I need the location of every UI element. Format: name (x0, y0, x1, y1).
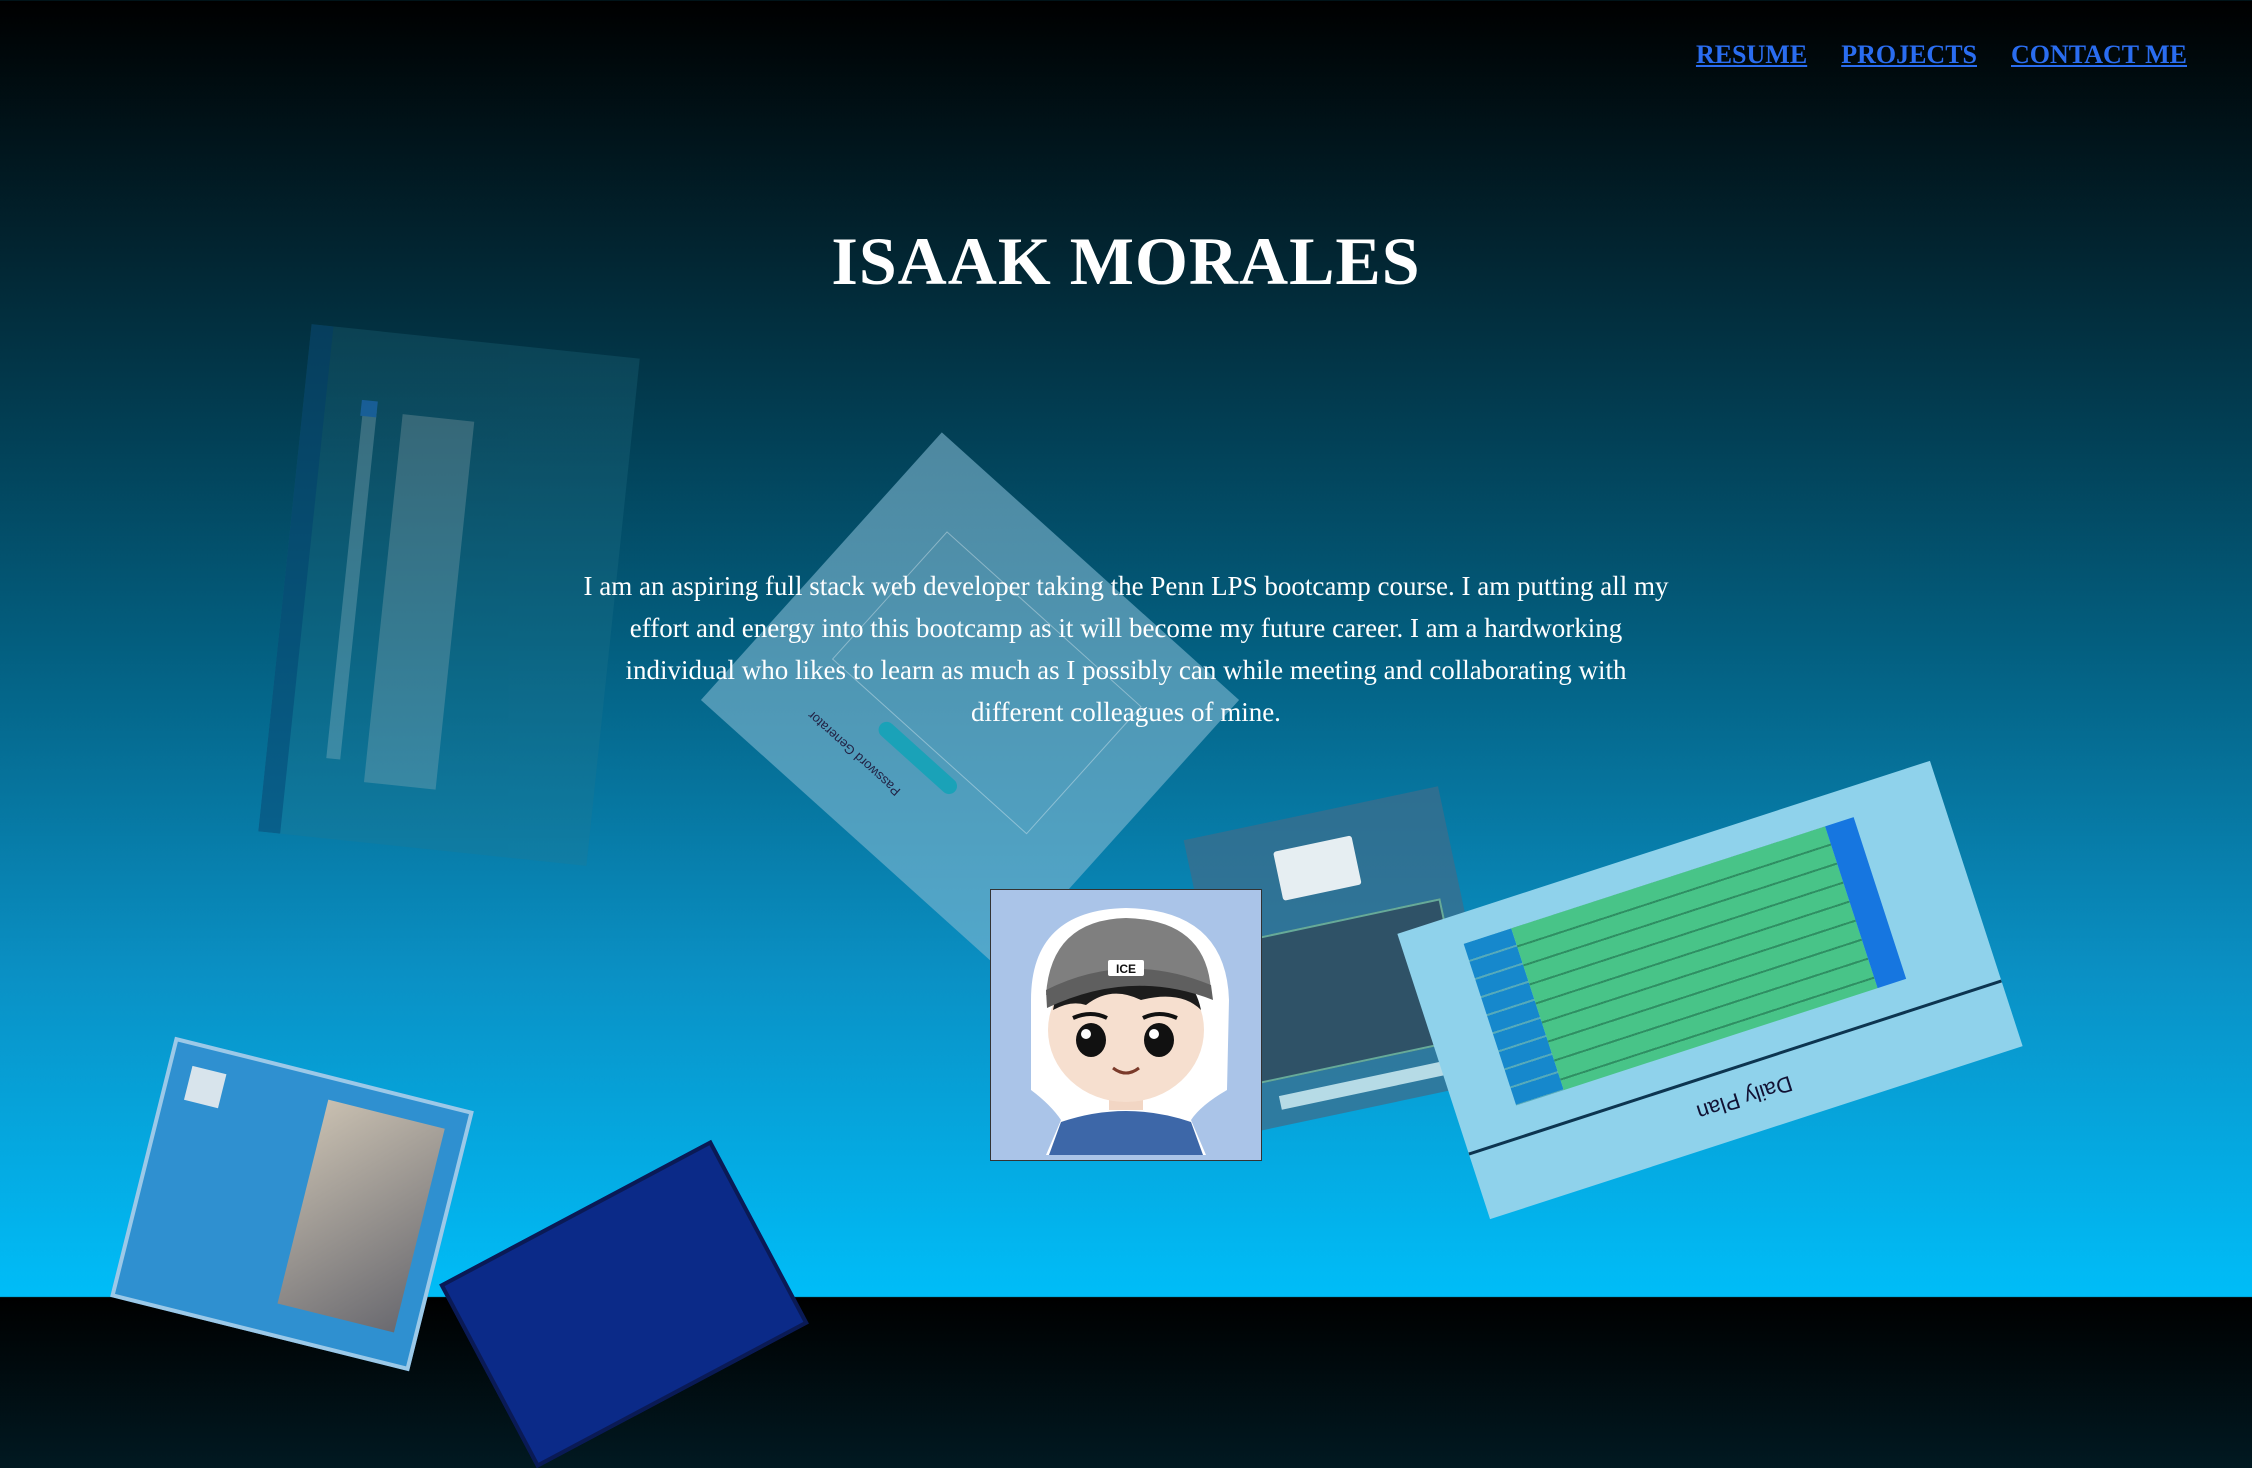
avatar-illustration: ICE (991, 890, 1261, 1160)
daily-plan-card: Daily Plan (1397, 760, 2023, 1220)
daily-plan-title: Daily Plan (1693, 1070, 1796, 1126)
project-preview-card-dark (439, 1139, 809, 1468)
bio-paragraph: I am an aspiring full stack web develope… (583, 571, 1669, 727)
avatar: ICE (990, 889, 1262, 1161)
top-nav: RESUME PROJECTS CONTACT ME (1696, 40, 2187, 70)
page-title: ISAAK MORALES (831, 223, 1421, 299)
nav-projects-link[interactable]: PROJECTS (1841, 40, 1977, 70)
github-logo-icon (1273, 835, 1362, 901)
nav-resume-link[interactable]: RESUME (1696, 40, 1807, 70)
project-preview-card (110, 1036, 474, 1372)
beanie-label: ICE (1116, 962, 1136, 976)
nav-contact-link[interactable]: CONTACT ME (2011, 40, 2187, 70)
